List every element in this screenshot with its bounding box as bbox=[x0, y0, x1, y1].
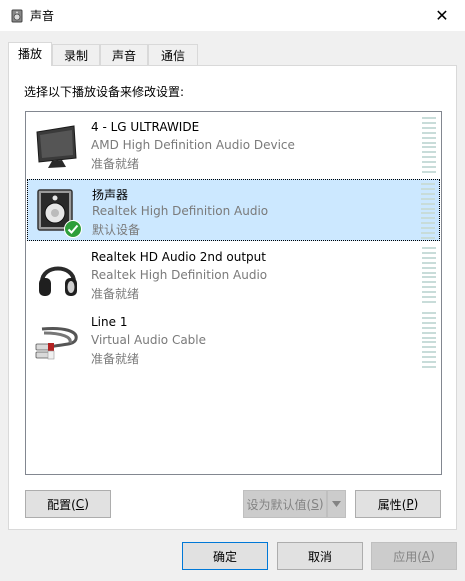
meter-segment bbox=[421, 192, 435, 195]
device-driver: Realtek High Definition Audio bbox=[91, 268, 268, 282]
meter-segment bbox=[421, 207, 435, 210]
playback-panel: 选择以下播放设备来修改设置: 4 - LG ULTRAWIDE AMD High… bbox=[8, 65, 457, 530]
apply-button[interactable]: 应用(A) bbox=[371, 542, 457, 570]
meter-segment bbox=[422, 286, 436, 289]
volume-meter bbox=[422, 247, 436, 303]
meter-segment bbox=[422, 281, 436, 284]
meter-segment bbox=[421, 197, 435, 200]
device-driver: AMD High Definition Audio Device bbox=[91, 138, 295, 152]
meter-segment bbox=[422, 341, 436, 344]
meter-segment bbox=[422, 131, 436, 134]
volume-meter bbox=[422, 312, 436, 368]
meter-segment bbox=[422, 161, 436, 164]
meter-segment bbox=[422, 146, 436, 149]
meter-segment bbox=[422, 291, 436, 294]
meter-segment bbox=[421, 183, 435, 185]
device-item-realtek-2nd-output[interactable]: Realtek HD Audio 2nd output Realtek High… bbox=[27, 244, 440, 306]
meter-segment bbox=[422, 365, 436, 368]
tab-communications[interactable]: 通信 bbox=[148, 44, 198, 65]
meter-segment bbox=[422, 170, 436, 173]
device-driver: Realtek High Definition Audio bbox=[92, 204, 269, 218]
tab-playback[interactable]: 播放 bbox=[8, 42, 52, 66]
device-list[interactable]: 4 - LG ULTRAWIDE AMD High Definition Aud… bbox=[25, 111, 442, 475]
meter-segment bbox=[422, 136, 436, 139]
meter-segment bbox=[421, 187, 435, 190]
tab-recording[interactable]: 录制 bbox=[52, 44, 100, 65]
configure-button[interactable]: 配置(C) bbox=[25, 490, 111, 518]
meter-segment bbox=[422, 356, 436, 359]
ok-button[interactable]: 确定 bbox=[182, 542, 268, 570]
default-check-icon bbox=[64, 220, 82, 238]
meter-segment bbox=[422, 331, 436, 334]
tab-sounds[interactable]: 声音 bbox=[100, 44, 148, 65]
device-name: 扬声器 bbox=[92, 188, 129, 202]
meter-segment bbox=[422, 312, 436, 314]
monitor-icon bbox=[36, 125, 77, 168]
headphones-icon bbox=[39, 266, 77, 296]
meter-segment bbox=[422, 321, 436, 324]
meter-segment bbox=[422, 166, 436, 169]
device-status: 默认设备 bbox=[92, 223, 141, 237]
meter-segment bbox=[421, 227, 435, 230]
meter-segment bbox=[422, 336, 436, 339]
meter-segment bbox=[422, 271, 436, 274]
device-name: Line 1 bbox=[91, 315, 128, 329]
set-default-split-button: 设为默认值(S) bbox=[243, 490, 346, 518]
meter-segment bbox=[422, 151, 436, 154]
close-button[interactable]: ✕ bbox=[419, 0, 465, 31]
properties-button[interactable]: 属性(P) bbox=[355, 490, 441, 518]
instruction-text: 选择以下播放设备来修改设置: bbox=[24, 85, 185, 99]
speaker-icon bbox=[11, 9, 23, 23]
chevron-down-icon bbox=[332, 501, 341, 507]
meter-segment bbox=[422, 156, 436, 159]
device-name: Realtek HD Audio 2nd output bbox=[91, 250, 266, 264]
device-driver: Virtual Audio Cable bbox=[91, 333, 207, 347]
device-status: 准备就绪 bbox=[91, 157, 140, 171]
set-default-dropdown[interactable] bbox=[327, 490, 346, 518]
device-status: 准备就绪 bbox=[91, 352, 140, 366]
meter-segment bbox=[422, 346, 436, 349]
meter-segment bbox=[422, 256, 436, 259]
device-name: 4 - LG ULTRAWIDE bbox=[91, 120, 200, 134]
device-item-line-1[interactable]: Line 1 Virtual Audio Cable 准备就绪 bbox=[27, 309, 440, 371]
meter-segment bbox=[421, 236, 435, 239]
meter-segment bbox=[422, 247, 436, 249]
device-status: 准备就绪 bbox=[91, 287, 140, 301]
meter-segment bbox=[422, 251, 436, 254]
meter-segment bbox=[422, 117, 436, 119]
meter-segment bbox=[421, 232, 435, 235]
meter-segment bbox=[422, 326, 436, 329]
meter-segment bbox=[422, 300, 436, 303]
volume-meter bbox=[421, 183, 435, 239]
set-default-button[interactable]: 设为默认值(S) bbox=[243, 490, 327, 518]
cancel-button[interactable]: 取消 bbox=[277, 542, 363, 570]
meter-segment bbox=[422, 296, 436, 299]
meter-segment bbox=[422, 316, 436, 319]
device-item-lg-ultrawide[interactable]: 4 - LG ULTRAWIDE AMD High Definition Aud… bbox=[27, 114, 440, 176]
meter-segment bbox=[422, 126, 436, 129]
close-icon[interactable]: ✕ bbox=[435, 6, 448, 25]
meter-segment bbox=[422, 351, 436, 354]
title-bar: 声音 ✕ bbox=[0, 0, 465, 31]
meter-segment bbox=[422, 266, 436, 269]
meter-segment bbox=[422, 141, 436, 144]
meter-segment bbox=[421, 202, 435, 205]
device-item-speaker[interactable]: 扬声器 Realtek High Definition Audio 默认设备 bbox=[27, 179, 440, 241]
meter-segment bbox=[421, 212, 435, 215]
rca-cable-icon bbox=[35, 327, 78, 360]
meter-segment bbox=[421, 222, 435, 225]
meter-segment bbox=[422, 261, 436, 264]
window-title: 声音 bbox=[30, 9, 55, 23]
meter-segment bbox=[421, 217, 435, 220]
meter-segment bbox=[422, 276, 436, 279]
meter-segment bbox=[422, 121, 436, 124]
meter-segment bbox=[422, 361, 436, 364]
volume-meter bbox=[422, 117, 436, 173]
